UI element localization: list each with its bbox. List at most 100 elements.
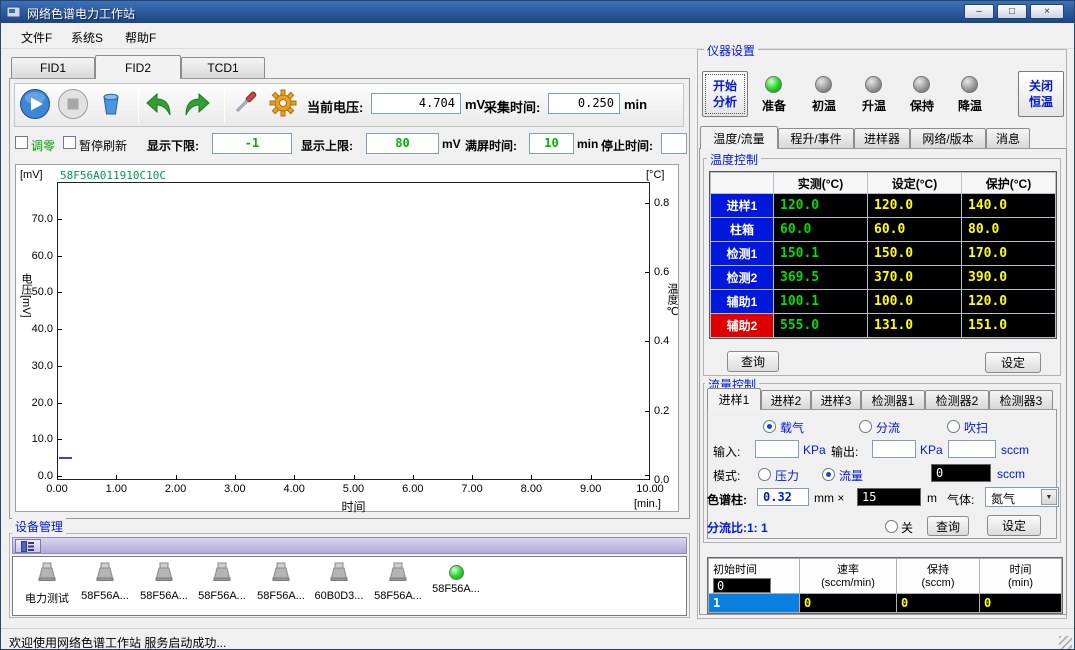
tab-injector[interactable]: 进样器	[854, 128, 910, 148]
stop-collect-button[interactable]	[57, 88, 89, 120]
redo-arrow-button[interactable]	[182, 90, 212, 120]
device-list-button[interactable]	[15, 539, 41, 553]
flow-tab-detector2[interactable]: 检测器2	[925, 390, 989, 409]
program-rate-value[interactable]: 0	[800, 594, 896, 612]
hold-led	[913, 76, 930, 93]
start-collect-button[interactable]	[19, 88, 51, 120]
program-hold-value[interactable]: 0	[897, 594, 979, 612]
temp-row-label: 辅助2	[711, 314, 773, 337]
temp-header-protect: 保护(°C)	[962, 173, 1055, 193]
radio-purge[interactable]	[947, 420, 960, 433]
calibrate-tool-button[interactable]	[230, 88, 260, 118]
chart-area: [mV] 58F56A011910C10C [°C] 70.0 60.0 50.…	[15, 164, 679, 512]
set-flow-button[interactable]: 设定	[987, 515, 1041, 536]
temp-row-label: 辅助1	[711, 290, 773, 313]
display-lower-field[interactable]: -1	[212, 133, 292, 154]
flow-tab-detector1[interactable]: 检测器1	[861, 390, 925, 409]
temp-set-value[interactable]: 100.0	[868, 290, 961, 313]
temp-protect-value[interactable]: 170.0	[962, 242, 1055, 265]
temp-set-value[interactable]: 370.0	[868, 266, 961, 289]
device-item[interactable]: 58F56A...	[252, 561, 310, 602]
flow-setpoint-field[interactable]: 0	[931, 464, 991, 482]
initial-value-field[interactable]: 0	[713, 578, 771, 593]
tab-tcd1[interactable]: TCD1	[181, 57, 265, 78]
temp-protect-value[interactable]: 140.0	[962, 194, 1055, 217]
device-item[interactable]: 58F56A...	[193, 561, 251, 602]
radio-off[interactable]	[885, 520, 898, 533]
tab-fid1[interactable]: FID1	[11, 57, 95, 78]
voltage-unit-label: mV	[465, 97, 485, 112]
device-item[interactable]: 电力测试	[18, 561, 76, 606]
fullscreen-time-field[interactable]: 10	[529, 133, 574, 154]
radio-split-flow[interactable]	[859, 420, 872, 433]
flow-tab-injector3[interactable]: 进样3	[811, 390, 861, 409]
stop-time-label: 停止时间:	[601, 137, 653, 154]
stop-time-field[interactable]	[661, 133, 687, 154]
input-pressure-field[interactable]	[755, 440, 799, 458]
fullscreen-unit-label: min	[577, 137, 598, 151]
temp-set-value[interactable]: 150.0	[868, 242, 961, 265]
temp-protect-value[interactable]: 80.0	[962, 218, 1055, 241]
plot-area	[57, 182, 650, 480]
temp-protect-value[interactable]: 390.0	[962, 266, 1055, 289]
menu-item-help[interactable]: 帮助F	[117, 27, 164, 48]
radio-flow-mode[interactable]	[822, 468, 835, 481]
temp-set-value[interactable]: 131.0	[868, 314, 961, 337]
program-time-value[interactable]: 0	[980, 594, 1061, 612]
flow-tab-detector3[interactable]: 检测器3	[989, 390, 1053, 409]
display-upper-field[interactable]: 80	[366, 133, 439, 154]
flow-tab-injector1[interactable]: 进样1	[707, 388, 761, 410]
tab-fid2[interactable]: FID2	[95, 55, 181, 79]
undo-arrow-button[interactable]	[144, 90, 174, 120]
tab-messages[interactable]: 消息	[986, 128, 1030, 148]
device-item[interactable]: 58F56A...	[427, 561, 485, 595]
zero-checkbox[interactable]	[15, 136, 28, 149]
temp-protect-value[interactable]: 151.0	[962, 314, 1055, 337]
device-item[interactable]: 58F56A...	[135, 561, 193, 602]
menu-item-file[interactable]: 文件F	[13, 27, 60, 48]
device-icon	[36, 561, 58, 583]
acq-time-field[interactable]: 0.250	[548, 93, 620, 114]
program-row-number[interactable]: 1	[709, 594, 799, 612]
menu-item-system[interactable]: 系统S	[63, 27, 111, 48]
toolbar-separator	[224, 87, 225, 123]
temp-row: 辅助1 100.1 100.0 120.0	[711, 290, 1055, 313]
resize-grip[interactable]	[1059, 636, 1072, 649]
clear-bucket-button[interactable]	[95, 88, 127, 120]
device-item[interactable]: 58F56A...	[76, 561, 134, 602]
settings-gear-button[interactable]	[268, 88, 298, 118]
gas-select[interactable]: 氮气 ▼	[985, 487, 1059, 507]
radio-carrier-gas[interactable]	[763, 420, 776, 433]
tab-program-events[interactable]: 程升/事件	[778, 128, 854, 148]
close-isothermal-button[interactable]: 关闭恒温	[1018, 71, 1064, 117]
output-pressure-field[interactable]	[872, 440, 916, 458]
query-flow-button[interactable]: 查询	[927, 516, 969, 536]
temp-header-actual: 实测(°C)	[774, 173, 867, 193]
device-item[interactable]: 58F56A...	[369, 561, 427, 602]
temp-set-value[interactable]: 120.0	[868, 194, 961, 217]
start-analysis-button[interactable]: 开始分析	[702, 71, 748, 117]
temp-protect-value[interactable]: 120.0	[962, 290, 1055, 313]
maximize-button[interactable]: □	[997, 4, 1027, 19]
flow-tab-injector2[interactable]: 进样2	[761, 390, 811, 409]
current-voltage-field[interactable]: 4.704	[371, 93, 461, 114]
device-icon	[211, 561, 233, 583]
temp-row: 辅助2 555.0 131.0 151.0	[711, 314, 1055, 337]
query-temp-button[interactable]: 查询	[727, 351, 779, 372]
pause-refresh-checkbox[interactable]	[63, 136, 76, 149]
cool-down-led	[961, 76, 978, 93]
chevron-down-icon[interactable]: ▼	[1041, 489, 1057, 505]
tab-temp-flow[interactable]: 温度/流量	[700, 126, 778, 149]
minimize-button[interactable]: –	[964, 4, 994, 19]
radio-pressure-mode[interactable]	[758, 468, 771, 481]
temp-set-value[interactable]: 60.0	[868, 218, 961, 241]
device-item[interactable]: 60B0D3...	[310, 561, 368, 602]
x-axis-title: 时间	[57, 498, 650, 515]
close-button[interactable]: ×	[1030, 4, 1064, 19]
output-flow-field[interactable]	[948, 440, 996, 458]
set-temp-button[interactable]: 设定	[985, 352, 1041, 373]
column-diameter-field[interactable]: 0.32	[757, 488, 809, 506]
display-upper-label: 显示上限:	[301, 137, 353, 154]
column-length-field[interactable]: 15	[857, 488, 921, 506]
tab-network-version[interactable]: 网络/版本	[910, 128, 986, 148]
